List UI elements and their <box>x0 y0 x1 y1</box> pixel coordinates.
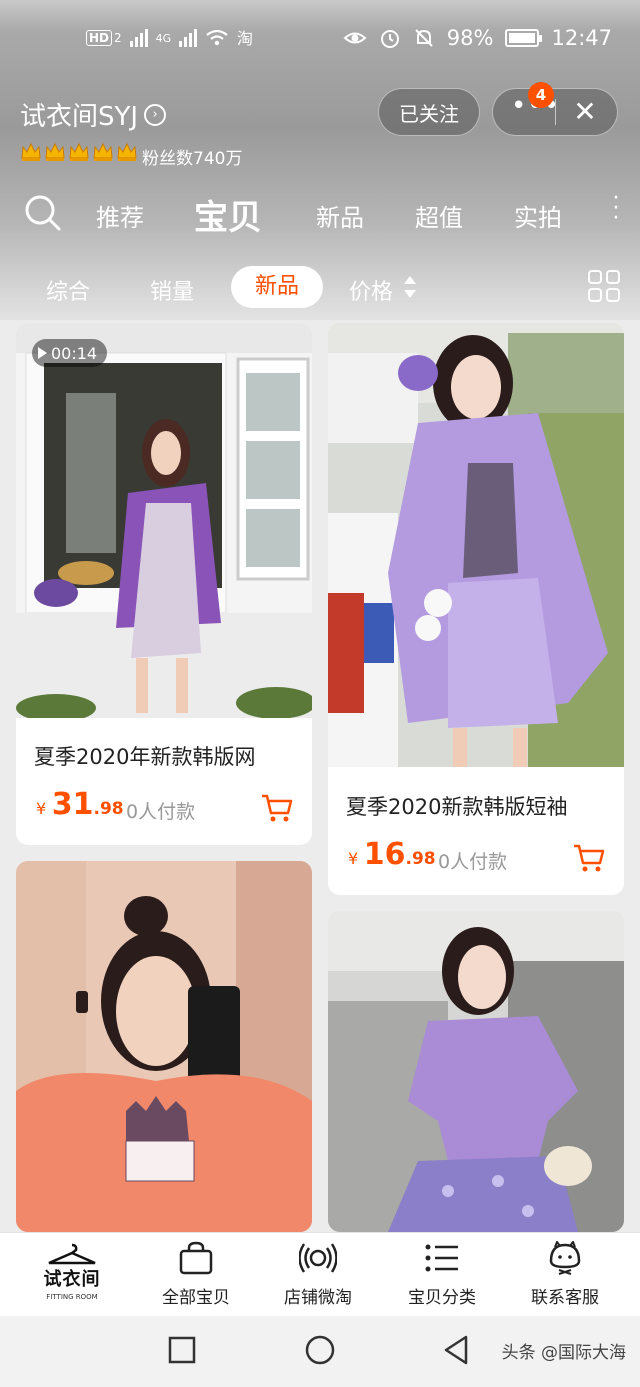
customer-service-icon <box>549 1241 581 1275</box>
nav-categories-label: 宝贝分类 <box>408 1288 476 1308</box>
crown-icon <box>92 142 114 162</box>
sold-count: 0人付款 <box>126 801 196 823</box>
layout-toggle-icon[interactable] <box>588 270 620 302</box>
crown-icon <box>20 142 42 162</box>
home-icon[interactable] <box>304 1334 336 1366</box>
nav-all-products-label: 全部宝贝 <box>162 1288 230 1308</box>
crown-icon <box>68 142 90 162</box>
product-card[interactable] <box>328 911 624 1232</box>
shop-tab-nav: 推荐 宝贝 新品 超值 实拍 · · · <box>0 188 640 240</box>
watermark: 头条 @国际大海 <box>501 1343 626 1363</box>
network-type: 4G <box>155 31 172 45</box>
tab-recommend[interactable]: 推荐 <box>96 198 144 233</box>
price-integer: 16 <box>363 837 406 872</box>
price-integer: 31 <box>51 787 94 822</box>
hd-indicator: HD <box>86 30 113 46</box>
shop-name-label: 试衣间SYJ <box>20 102 139 132</box>
taobao-notify-icon: 淘 <box>237 29 253 48</box>
signal-icon <box>129 29 148 47</box>
svg-text:淘: 淘 <box>237 29 253 48</box>
shop-logo[interactable]: 试衣间 FITTING ROOM <box>30 1241 114 1311</box>
shop-name[interactable]: 试衣间SYJ › <box>20 96 167 133</box>
video-badge: 00:14 <box>32 339 108 367</box>
currency-symbol: ¥ <box>348 849 359 868</box>
play-icon <box>38 347 47 359</box>
currency-symbol: ¥ <box>36 799 47 818</box>
alarm-icon <box>380 30 399 48</box>
product-image <box>16 323 312 718</box>
list-icon <box>425 1244 458 1272</box>
product-title: 夏季2020新款韩版短袖 <box>346 795 568 819</box>
system-navigation-bar: 头条 @国际大海 <box>0 1316 640 1387</box>
product-card[interactable]: 00:14 夏季2020年新款韩版网 ¥ 31.98 0人付款 <box>16 323 312 845</box>
tab-products[interactable]: 宝贝 <box>194 190 262 239</box>
price-decimal: .98 <box>93 799 124 819</box>
add-to-cart-icon[interactable] <box>572 843 606 873</box>
hanger-icon <box>48 1243 96 1265</box>
filter-overall[interactable]: 综合 <box>46 274 90 306</box>
broadcast-icon <box>299 1243 337 1273</box>
shop-bottom-nav: 试衣间 FITTING ROOM 全部宝贝 店铺微淘 宝贝分类 联系客服 <box>0 1232 640 1316</box>
nav-customer-service-label: 联系客服 <box>531 1288 599 1308</box>
shopping-bag-icon <box>179 1241 213 1275</box>
recent-apps-icon[interactable] <box>168 1336 196 1364</box>
signal-2-icon <box>179 29 198 47</box>
notification-badge: 4 <box>528 82 554 108</box>
nav-customer-service[interactable]: 联系客服 <box>505 1241 625 1308</box>
nav-shop-feed[interactable]: 店铺微淘 <box>258 1241 378 1308</box>
filter-bar: 综合 销量 新品 价格 <box>0 262 640 312</box>
filter-newest[interactable]: 新品 <box>231 266 324 308</box>
chevron-right-icon: › <box>144 103 167 126</box>
nav-shop-feed-label: 店铺微淘 <box>284 1288 352 1308</box>
sold-count: 0人付款 <box>438 851 508 873</box>
close-icon[interactable]: ✕ <box>567 97 603 127</box>
sort-arrows-icon <box>404 276 416 298</box>
add-to-cart-icon[interactable] <box>260 793 294 823</box>
battery-icon <box>505 29 543 47</box>
filter-price[interactable]: 价格 <box>349 274 393 306</box>
price-decimal: .98 <box>405 849 436 869</box>
logo-subtitle: FITTING ROOM <box>46 1293 98 1301</box>
more-tabs-icon[interactable]: · · · <box>606 188 626 230</box>
search-icon[interactable] <box>24 194 62 232</box>
wifi-icon <box>206 29 228 46</box>
nav-categories[interactable]: 宝贝分类 <box>382 1241 502 1308</box>
capsule-divider <box>555 99 556 125</box>
crown-icon <box>44 142 66 162</box>
logo-name: 试衣间 <box>43 1269 101 1290</box>
follow-button[interactable]: 已关注 <box>378 88 480 136</box>
eye-comfort-icon <box>343 32 367 44</box>
filter-sales[interactable]: 销量 <box>150 274 194 306</box>
product-image <box>16 861 312 1232</box>
clock: 12:47 <box>551 26 612 50</box>
mute-bell-icon <box>415 29 433 47</box>
product-card[interactable]: 夏季2020新款韩版短袖 ¥ 16.98 0人付款 <box>328 323 624 895</box>
back-icon[interactable] <box>442 1334 470 1366</box>
product-image <box>328 323 624 767</box>
shop-rating-crowns <box>20 142 138 162</box>
product-price: ¥ 16.98 <box>348 837 436 872</box>
fans-count: 粉丝数740万 <box>142 149 243 169</box>
product-image <box>328 911 624 1232</box>
tab-real-shots[interactable]: 实拍 <box>514 198 562 233</box>
sim-index: 2 <box>114 31 122 45</box>
video-duration: 00:14 <box>51 343 98 363</box>
tab-value[interactable]: 超值 <box>415 198 463 233</box>
battery-percent: 98% <box>446 26 494 50</box>
nav-all-products[interactable]: 全部宝贝 <box>136 1241 256 1308</box>
status-bar: HD 2 4G 淘 98% 12:47 <box>0 0 640 78</box>
crown-icon <box>116 142 138 162</box>
product-price: ¥ 31.98 <box>36 787 124 822</box>
mini-program-capsule: ••• ✕ <box>492 88 618 136</box>
product-title: 夏季2020年新款韩版网 <box>34 745 256 769</box>
product-card[interactable] <box>16 861 312 1232</box>
tab-new[interactable]: 新品 <box>316 198 364 233</box>
